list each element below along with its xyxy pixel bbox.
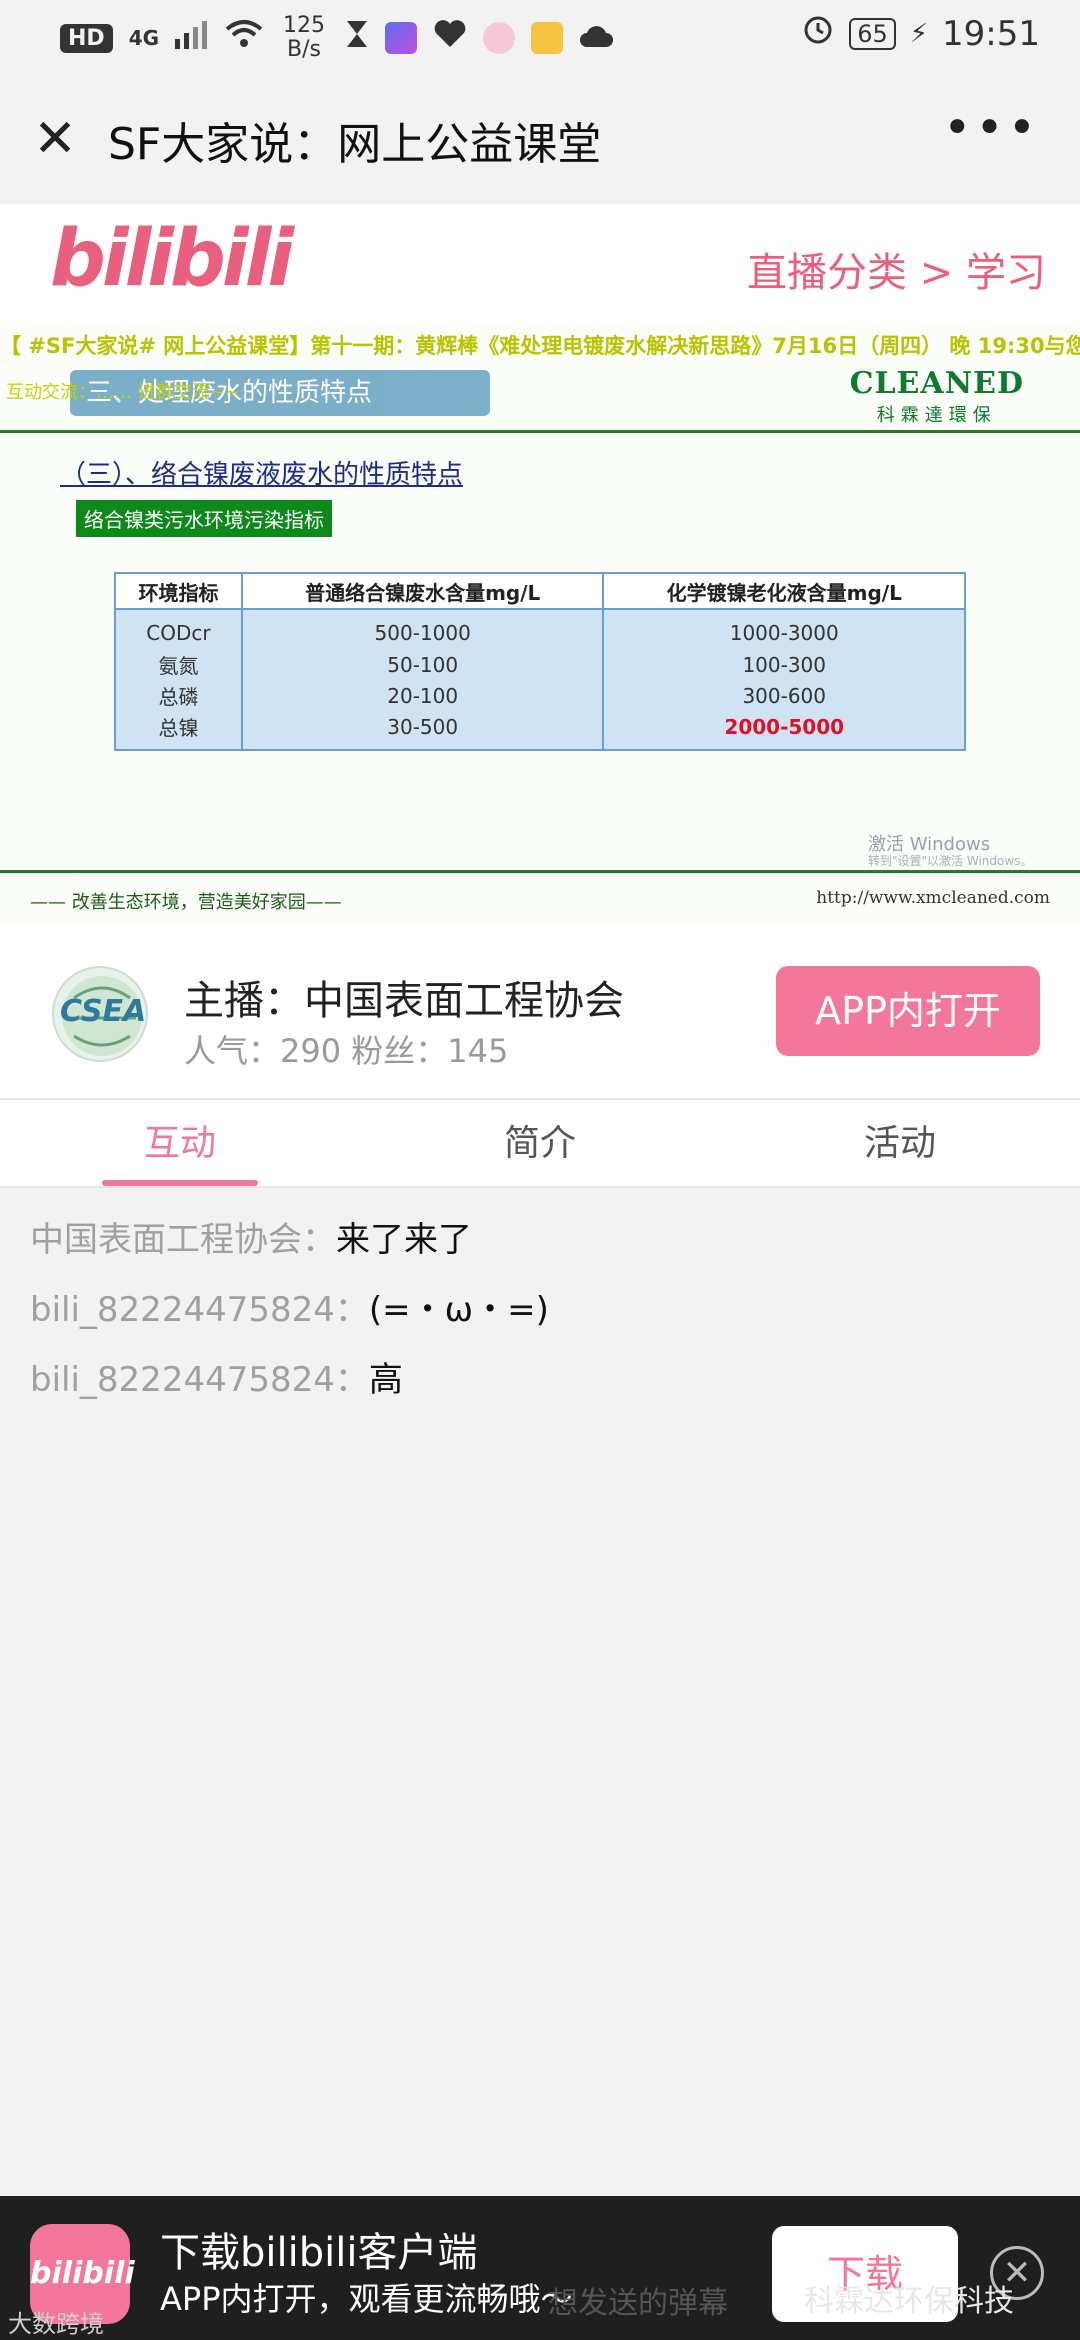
table-header: 化学镀镍老化液含量mg/L: [602, 572, 966, 610]
seven-app-icon: [531, 22, 564, 54]
table-header: 普通络合镍废水含量mg/L: [240, 572, 605, 610]
signal-icon: [175, 18, 209, 58]
table-cell: 总磷: [114, 680, 243, 711]
streamer-info: CSEA 主播：中国表面工程协会 人气：290 粉丝：145 APP内打开: [0, 926, 1080, 1098]
alarm-icon: [801, 12, 835, 55]
tab-activity[interactable]: 活动: [720, 1100, 1080, 1188]
tab-intro[interactable]: 简介: [360, 1100, 720, 1188]
cloud-icon: [579, 18, 614, 58]
table-row: CODcr 500-1000 1000-3000: [114, 609, 966, 649]
chat-message: 中国表面工程协会：来了来了: [30, 1212, 472, 1261]
table-cell: 500-1000: [240, 609, 605, 649]
chat-message: bili_82224475824：高: [30, 1352, 403, 1401]
close-icon[interactable]: ✕: [28, 112, 82, 166]
table-row: 氨氮 50-100 100-300: [114, 649, 966, 680]
slide-tag: 络合镍类污水环境污染指标: [76, 500, 332, 537]
table-cell: 1000-3000: [602, 609, 966, 649]
open-in-app-button[interactable]: APP内打开: [776, 966, 1040, 1056]
download-title: 下载bilibili客户端: [160, 2230, 478, 2276]
brand-name: CLEANED: [849, 366, 1024, 401]
video-app-icon: [385, 22, 418, 54]
divider-bottom: [0, 870, 1080, 873]
slide-section-title: （三）、络合镍废液废水的性质特点: [60, 460, 464, 490]
slide-footer-slogan: —— 改善生态环境，营造美好家园——: [30, 892, 342, 913]
download-subtitle: APP内打开，观看更流畅哦～: [160, 2280, 573, 2318]
streamer-stats: 人气：290 粉丝：145: [184, 1032, 509, 1070]
avatar-text: CSEA: [60, 994, 147, 1029]
hourglass-icon: [345, 18, 369, 58]
status-right: 65 ⚡ 19:51: [801, 12, 1040, 55]
chat-list[interactable]: 中国表面工程协会：来了来了 bili_82224475824：(=・ω・=) b…: [0, 1188, 1080, 2196]
table-header: 环境指标: [114, 572, 243, 610]
network-speed: 125 B/s: [279, 14, 329, 62]
table-cell: 50-100: [240, 649, 605, 680]
live-video-player[interactable]: 【 #SF大家说# 网上公益课堂】第十一期：黄辉棒《难处理电镀废水解决新思路》7…: [0, 322, 1080, 926]
tab-bar: 互动 简介 活动: [0, 1098, 1080, 1188]
active-tab-indicator: [102, 1180, 258, 1186]
nav-bar: ✕ SF大家说：网上公益课堂 •••: [0, 72, 1080, 204]
cleaned-brand-logo: CLEANED 科霖達環保: [850, 366, 1024, 427]
table-row: 总磷 20-100 300-600: [114, 680, 966, 711]
bili-header: bilibili 直播分类 > 学习: [0, 204, 1080, 322]
danmaku-input-hint: 想发送的弹幕: [548, 2286, 728, 2321]
avatar[interactable]: CSEA: [52, 966, 148, 1062]
table-cell: 100-300: [602, 649, 966, 680]
page-title: SF大家说：网上公益课堂: [108, 119, 602, 170]
charging-icon: ⚡: [909, 18, 929, 49]
table-cell-highlight: 2000-5000: [602, 711, 966, 751]
chat-text: 高: [368, 1360, 403, 1400]
bilibili-logo[interactable]: bilibili: [50, 214, 294, 304]
pig-app-icon: [483, 22, 516, 54]
table-cell: CODcr: [114, 609, 243, 649]
clock: 19:51: [942, 13, 1040, 54]
danmaku-marquee-2: 互动交流：…… 进群交流~~: [6, 382, 240, 403]
more-options-icon[interactable]: •••: [943, 100, 1040, 156]
chat-text: 来了来了: [336, 1220, 472, 1260]
table-row: 总镍 30-500 2000-5000: [114, 711, 966, 751]
chat-message: bili_82224475824：(=・ω・=): [30, 1282, 549, 1331]
wifi-icon: [225, 18, 263, 58]
category-breadcrumb[interactable]: 直播分类 > 学习: [747, 240, 1046, 298]
download-app-bar: bilibili 下载bilibili客户端 APP内打开，观看更流畅哦～ 想发…: [0, 2196, 1080, 2340]
streamer-name: 主播：中国表面工程协会: [184, 978, 624, 1024]
slide-footer-url: http://www.xmcleaned.com: [816, 888, 1050, 908]
chat-username: bili_82224475824：: [30, 1290, 369, 1330]
tab-interact[interactable]: 互动: [0, 1100, 360, 1188]
brand-sub: 科霖達環保: [876, 405, 997, 426]
status-bar: HD 4G 125 B/s 65 ⚡ 19:51: [0, 0, 1080, 72]
table-cell: 氨氮: [114, 649, 243, 680]
windows-activation-hint: 转到"设置"以激活 Windows。: [868, 854, 1033, 868]
danmaku-marquee: 【 #SF大家说# 网上公益课堂】第十一期：黄辉棒《难处理电镀废水解决新思路》7…: [0, 334, 1080, 358]
speed-value: 125: [283, 13, 326, 38]
table-header-row: 环境指标 普通络合镍废水含量mg/L 化学镀镍老化液含量mg/L: [114, 572, 966, 610]
table-cell: 总镍: [114, 711, 243, 751]
table-cell: 20-100: [240, 680, 605, 711]
health-heart-icon: [433, 18, 467, 58]
chat-text: (=・ω・=): [368, 1290, 549, 1330]
table-cell: 300-600: [602, 680, 966, 711]
hd-indicator: HD: [60, 23, 113, 53]
slide-table: 环境指标 普通络合镍废水含量mg/L 化学镀镍老化液含量mg/L CODcr 5…: [114, 572, 966, 751]
network-type: 4G: [128, 26, 160, 50]
status-left: HD 4G 125 B/s: [60, 14, 614, 62]
divider-top: [0, 430, 1080, 433]
table-cell: 30-500: [240, 711, 605, 751]
watermark-right: 科霖达环保科技: [804, 2284, 1014, 2319]
speed-unit: B/s: [287, 37, 322, 62]
watermark-left: 大数跨境: [8, 2310, 104, 2338]
chat-username: bili_82224475824：: [30, 1360, 369, 1400]
battery-level: 65: [849, 17, 896, 50]
chat-username: 中国表面工程协会：: [30, 1220, 336, 1260]
